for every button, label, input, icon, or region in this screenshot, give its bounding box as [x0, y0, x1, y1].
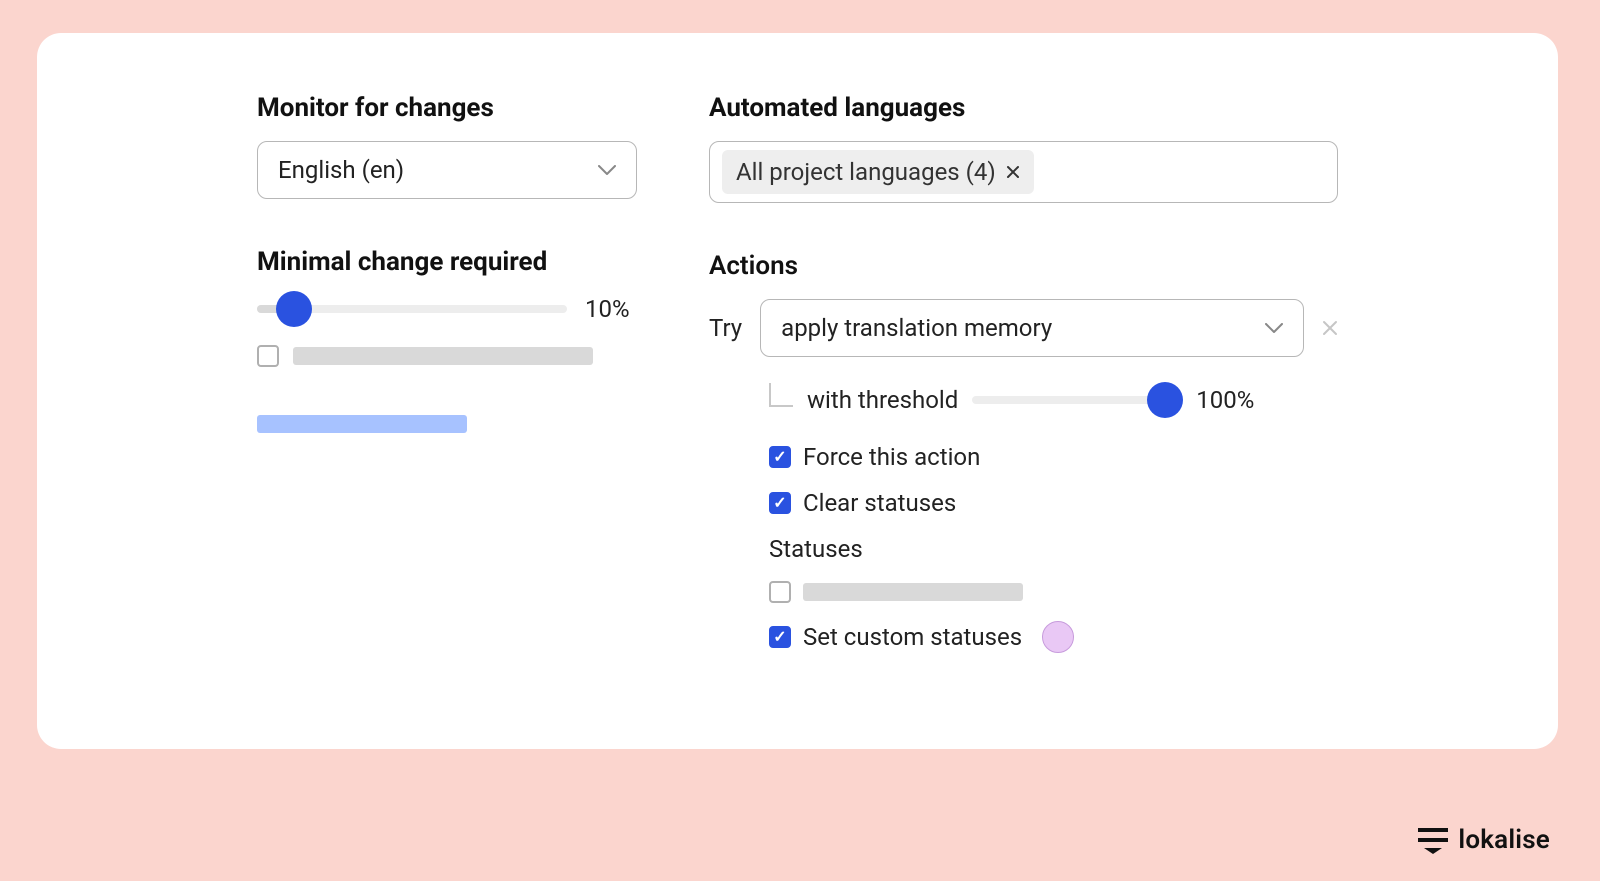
monitor-language-select[interactable]: English (en)	[257, 141, 637, 199]
force-action-row: Force this action	[769, 443, 1338, 471]
actions-heading: Actions	[709, 251, 1338, 281]
monitor-selected-value: English (en)	[278, 156, 404, 184]
set-custom-statuses-label: Set custom statuses	[803, 623, 1022, 651]
try-action-select[interactable]: apply translation memory	[760, 299, 1304, 357]
automated-heading: Automated languages	[709, 93, 1338, 123]
threshold-slider-thumb[interactable]	[1147, 382, 1183, 418]
try-selected-value: apply translation memory	[781, 314, 1052, 342]
chevron-down-icon	[598, 165, 616, 175]
threshold-slider[interactable]	[972, 396, 1182, 404]
threshold-row: with threshold 100%	[769, 383, 1338, 417]
minimal-option-checkbox[interactable]	[257, 345, 279, 367]
language-tag: All project languages (4)	[722, 150, 1034, 194]
clear-statuses-label: Clear statuses	[803, 489, 956, 517]
left-column: Monitor for changes English (en) Minimal…	[257, 93, 637, 671]
minimal-option-placeholder	[293, 347, 593, 365]
force-action-label: Force this action	[803, 443, 980, 471]
action-options: Force this action Clear statuses Statuse…	[769, 443, 1338, 653]
status-placeholder-bar	[803, 583, 1023, 601]
language-tag-label: All project languages (4)	[736, 158, 996, 186]
accent-placeholder-bar	[257, 415, 467, 433]
minimal-heading: Minimal change required	[257, 247, 637, 277]
set-custom-statuses-row: Set custom statuses	[769, 621, 1338, 653]
brand-logo: lokalise	[1418, 825, 1550, 855]
chevron-down-icon	[1265, 323, 1283, 333]
tag-remove-icon[interactable]	[1006, 160, 1020, 184]
status-placeholder-row	[769, 581, 1338, 603]
clear-statuses-row: Clear statuses	[769, 489, 1338, 517]
status-placeholder-checkbox[interactable]	[769, 581, 791, 603]
try-action-row: Try apply translation memory	[709, 299, 1338, 357]
columns: Monitor for changes English (en) Minimal…	[257, 93, 1338, 671]
nesting-indicator-icon	[769, 383, 793, 407]
brand-name: lokalise	[1458, 825, 1550, 855]
settings-card: Monitor for changes English (en) Minimal…	[37, 33, 1558, 749]
statuses-heading: Statuses	[769, 535, 1338, 563]
set-custom-statuses-checkbox[interactable]	[769, 626, 791, 648]
remove-action-icon[interactable]	[1322, 314, 1338, 342]
minimal-slider-thumb[interactable]	[276, 291, 312, 327]
custom-status-color-dot[interactable]	[1042, 621, 1074, 653]
try-label: Try	[709, 314, 742, 342]
minimal-option-row	[257, 345, 637, 367]
force-action-checkbox[interactable]	[769, 446, 791, 468]
brand-icon	[1418, 826, 1448, 854]
right-column: Automated languages All project language…	[709, 93, 1338, 671]
threshold-label: with threshold	[807, 386, 958, 414]
clear-statuses-checkbox[interactable]	[769, 492, 791, 514]
threshold-value: 100%	[1196, 386, 1254, 414]
minimal-slider[interactable]	[257, 305, 567, 313]
monitor-heading: Monitor for changes	[257, 93, 637, 123]
minimal-slider-row: 10%	[257, 295, 637, 323]
minimal-slider-value: 10%	[585, 295, 630, 323]
automated-languages-input[interactable]: All project languages (4)	[709, 141, 1338, 203]
